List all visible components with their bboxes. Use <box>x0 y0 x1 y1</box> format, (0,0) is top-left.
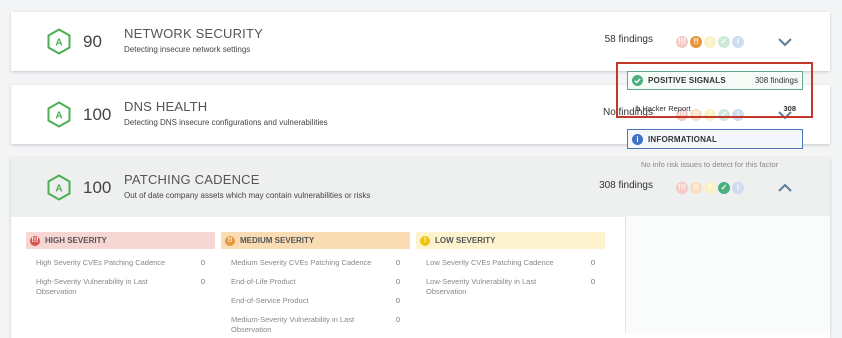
low-severity-header: ! LOW SEVERITY <box>416 232 605 249</box>
finding-name: High Severity CVEs Patching Cadence <box>36 258 166 267</box>
finding-name: Low Severity CVEs Patching Cadence <box>426 258 554 267</box>
category-score: 100 <box>83 105 112 124</box>
severity-dots: !!! !! ! ✓ i <box>676 36 744 48</box>
category-title: DNS HEALTH <box>124 99 208 114</box>
high-severity-dot: !!! <box>676 36 688 48</box>
medium-severity-dot: !! <box>690 36 702 48</box>
medium-severity-icon: !! <box>225 235 235 246</box>
low-severity-dot: ! <box>704 182 716 194</box>
info-dot: i <box>732 36 744 48</box>
category-score: 100 <box>83 178 112 197</box>
low-severity-label: LOW SEVERITY <box>435 236 496 245</box>
finding-item[interactable]: Low-Severity Vulnerability in Last Obser… <box>416 277 605 297</box>
finding-count: 0 <box>395 277 400 286</box>
finding-name: End-of-Life Product <box>231 277 296 286</box>
finding-count: 0 <box>590 258 595 267</box>
medium-severity-dot: !! <box>690 182 702 194</box>
high-severity-label: HIGH SEVERITY <box>45 236 107 245</box>
positive-signals-header[interactable]: POSITIVE SIGNALS 308 findings <box>627 71 803 90</box>
high-severity-dot: !!! <box>676 182 688 194</box>
informational-message: No info risk issues to detect for this f… <box>641 160 779 169</box>
finding-item[interactable]: Medium Severity CVEs Patching Cadence 0 <box>221 258 410 268</box>
positive-dot: ✓ <box>718 36 730 48</box>
positive-signals-label: POSITIVE SIGNALS <box>648 76 726 85</box>
hacker-report-label: Hacker Report <box>642 104 691 113</box>
signal-item-name: h Hacker Report <box>636 104 691 113</box>
finding-count: 0 <box>395 296 400 305</box>
low-severity-column: ! LOW SEVERITY Low Severity CVEs Patchin… <box>416 232 605 297</box>
low-severity-icon: ! <box>420 235 430 246</box>
finding-count: 0 <box>395 258 400 267</box>
informational-label: INFORMATIONAL <box>648 134 718 144</box>
finding-count: 0 <box>200 258 205 267</box>
check-circle-icon <box>632 75 643 86</box>
positive-signals-findings: 308 findings <box>754 76 798 85</box>
chevron-down-icon[interactable] <box>777 37 793 47</box>
high-severity-header: !!! HIGH SEVERITY <box>26 232 215 249</box>
finding-count: 0 <box>590 277 595 286</box>
hacker-report-item[interactable]: h Hacker Report 308 <box>636 104 796 113</box>
finding-name: Medium Severity CVEs Patching Cadence <box>231 258 372 267</box>
info-icon: i <box>632 133 643 145</box>
finding-item[interactable]: High-Severity Vulnerability in Last Obse… <box>26 277 215 297</box>
signals-panel <box>625 216 830 333</box>
findings-count: 308 findings <box>599 180 653 191</box>
informational-header[interactable]: i INFORMATIONAL <box>627 129 803 149</box>
high-severity-icon: !!! <box>30 235 40 246</box>
grade-hexagon-icon: A <box>47 28 71 55</box>
finding-item[interactable]: Low Severity CVEs Patching Cadence 0 <box>416 258 605 268</box>
grade-hexagon-icon: A <box>47 101 71 128</box>
finding-name: Medium-Severity Vulnerability in Last Ob… <box>231 315 355 334</box>
severity-dots: !!! !! ! ✓ i <box>676 182 744 194</box>
finding-count: 0 <box>395 315 400 324</box>
high-severity-column: !!! HIGH SEVERITY High Severity CVEs Pat… <box>26 232 215 297</box>
category-title: PATCHING CADENCE <box>124 172 260 187</box>
category-description: Detecting insecure network settings <box>124 45 251 54</box>
category-title: NETWORK SECURITY <box>124 26 263 41</box>
grade-letter: A <box>55 111 62 122</box>
low-severity-dot: ! <box>704 36 716 48</box>
finding-name: High-Severity Vulnerability in Last Obse… <box>36 277 148 296</box>
medium-severity-column: !! MEDIUM SEVERITY Medium Severity CVEs … <box>221 232 410 335</box>
category-description: Detecting DNS insecure configurations an… <box>124 118 328 127</box>
medium-severity-label: MEDIUM SEVERITY <box>240 236 315 245</box>
category-description: Out of date company assets which may con… <box>124 191 371 200</box>
hacker-report-icon: h <box>636 106 641 113</box>
grade-letter: A <box>55 184 62 195</box>
finding-item[interactable]: Medium-Severity Vulnerability in Last Ob… <box>221 315 410 335</box>
finding-item[interactable]: End-of-Service Product 0 <box>221 296 410 306</box>
finding-name: Low-Severity Vulnerability in Last Obser… <box>426 277 537 296</box>
finding-count: 0 <box>200 277 205 286</box>
info-dot: i <box>732 182 744 194</box>
finding-name: End-of-Service Product <box>231 296 309 305</box>
medium-severity-header: !! MEDIUM SEVERITY <box>221 232 410 249</box>
positive-dot: ✓ <box>718 182 730 194</box>
signal-item-value: 308 <box>783 104 796 113</box>
finding-item[interactable]: End-of-Life Product 0 <box>221 277 410 287</box>
category-card-patching-cadence: A 100 PATCHING CADENCE Out of date compa… <box>11 158 830 338</box>
finding-item[interactable]: High Severity CVEs Patching Cadence 0 <box>26 258 215 268</box>
grade-hexagon-icon: A <box>47 174 71 201</box>
grade-letter: A <box>55 38 62 49</box>
findings-count: 58 findings <box>604 34 653 45</box>
chevron-up-icon[interactable] <box>777 183 793 193</box>
category-score: 90 <box>83 32 102 51</box>
